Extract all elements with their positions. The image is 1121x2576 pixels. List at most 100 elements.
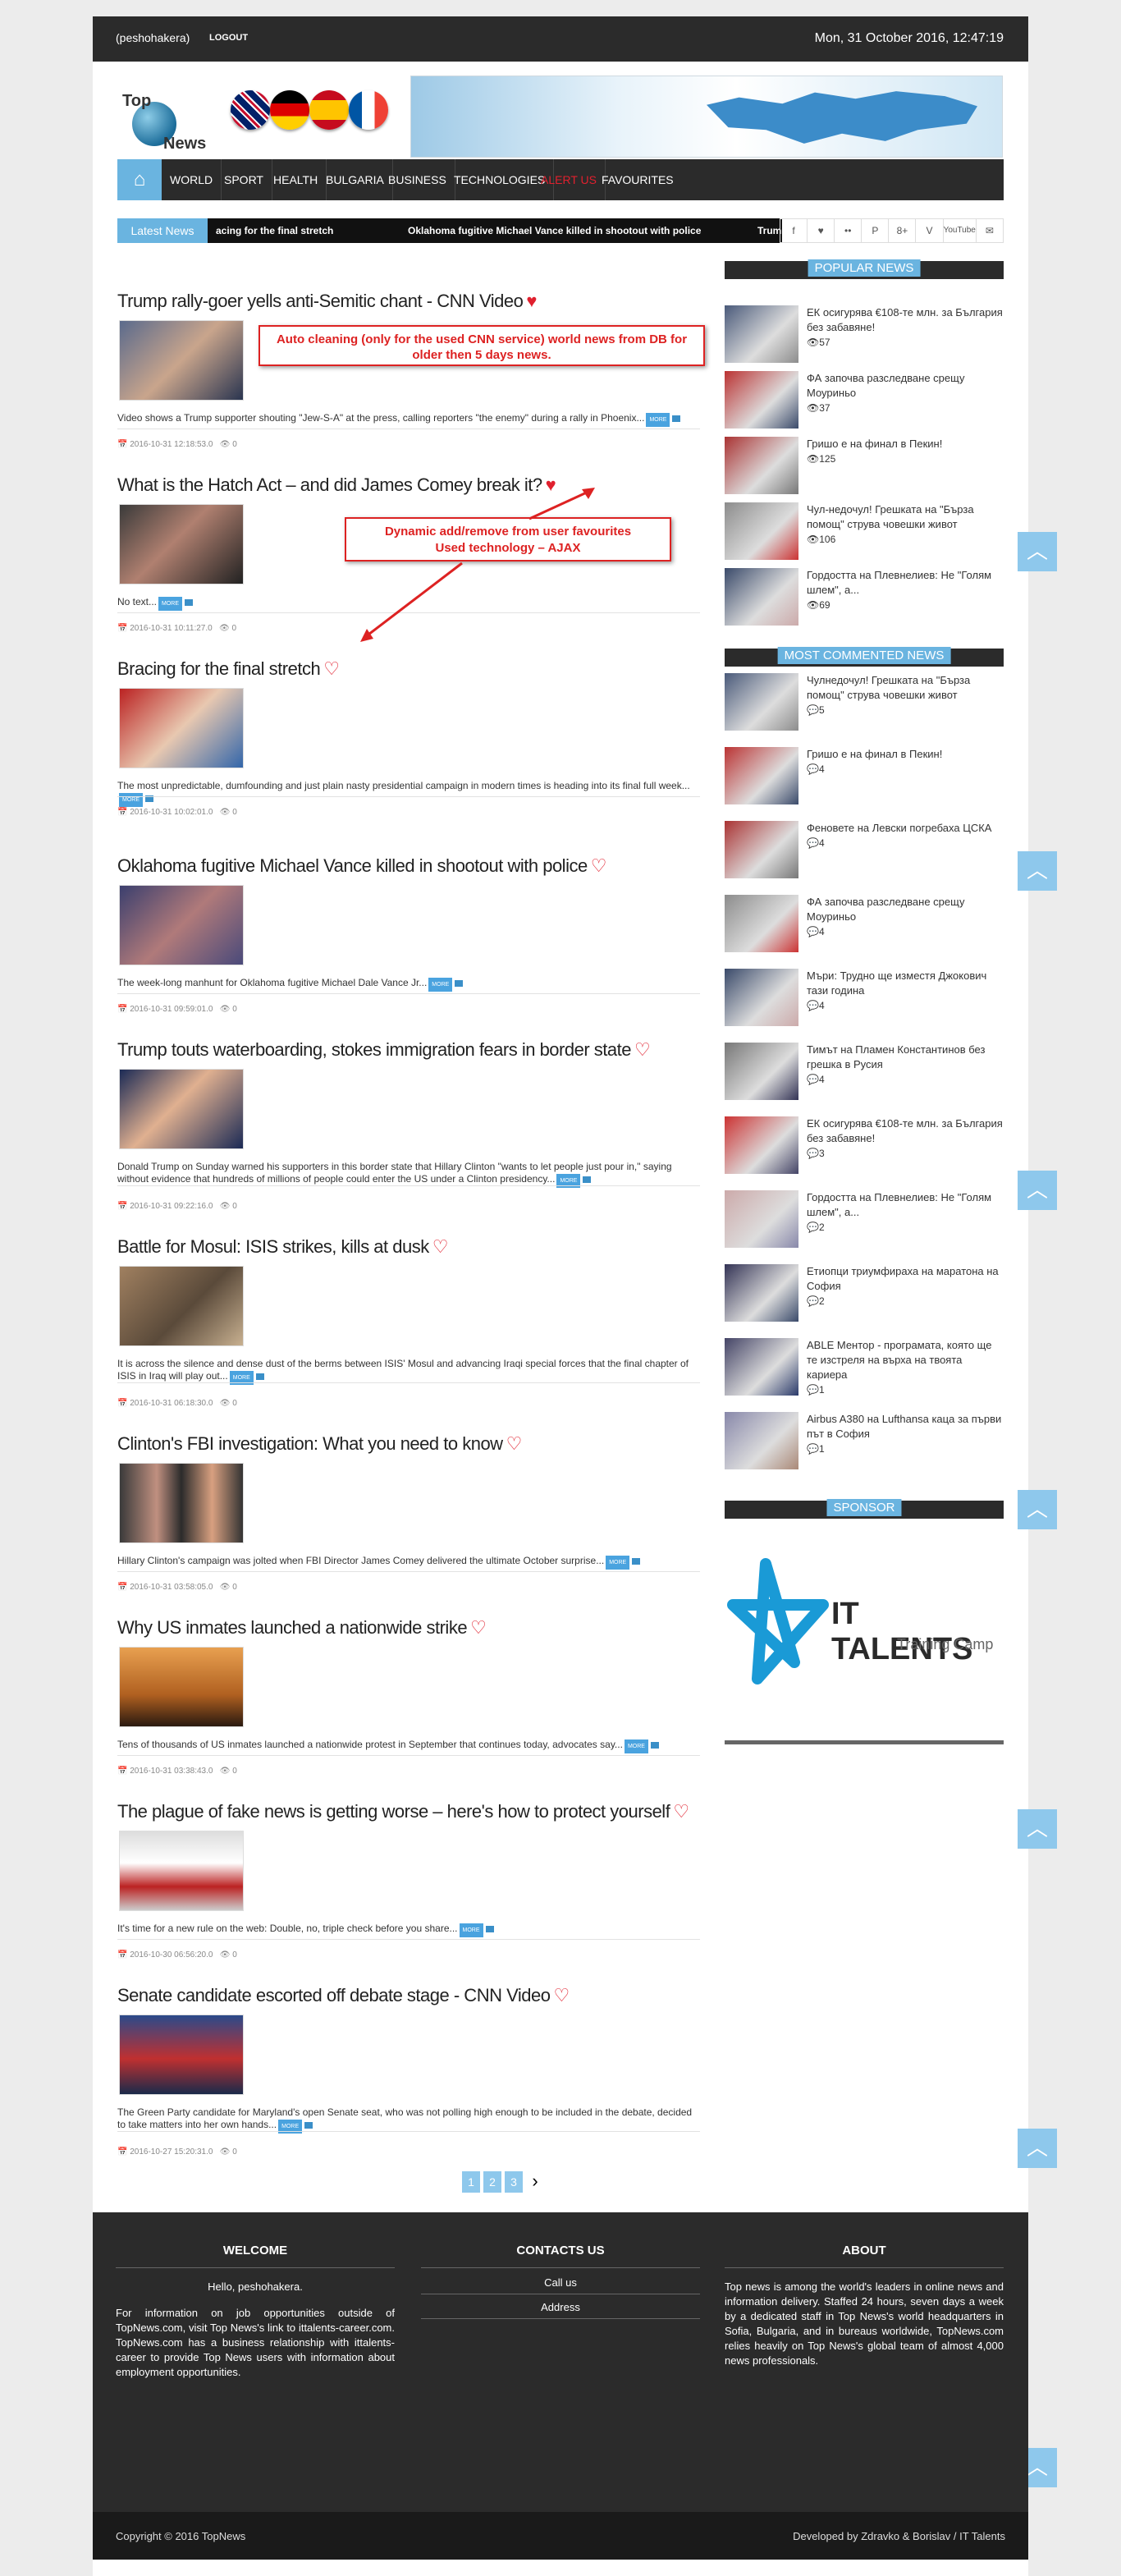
commented-item[interactable]: Мъри: Трудно ще изместя Джокович тази го… [725,969,1004,1034]
commented-text[interactable]: Тимът на Пламен Константинов без грешка … [807,1043,1004,1087]
scroll-up-button[interactable]: ︿ [1018,532,1057,571]
favourite-outline-icon[interactable]: ♡ [634,1039,651,1060]
more-link[interactable]: MORE [119,793,143,807]
scroll-up-button[interactable]: ︿ [1018,1809,1057,1849]
article-thumbnail[interactable] [119,1069,244,1149]
popular-text[interactable]: ЕК осигурява €108-те млн. за България бе… [807,305,1004,350]
article-title[interactable]: The plague of fake news is getting worse… [117,1801,700,1822]
commented-item[interactable]: Чулнедочул! Грешката на "Бърза помощ" ст… [725,673,1004,739]
article-thumbnail[interactable] [119,1266,244,1346]
commented-item[interactable]: Гришо е на финал в Пекин! 💬4 [725,747,1004,813]
more-link[interactable]: MORE [428,978,453,992]
commented-text[interactable]: ABLE Ментор - програмата, която ще те из… [807,1338,1004,1397]
popular-item[interactable]: Гордостта на Плевнелиев: Не "Голям шлем"… [725,568,1004,634]
commented-item[interactable]: Airbus A380 на Lufthansa каца за първи п… [725,1412,1004,1478]
commented-text[interactable]: Феновете на Левски погребаха ЦСКА 💬4 [807,821,1004,850]
more-arrow-icon[interactable] [455,979,464,987]
more-arrow-icon[interactable] [255,1373,264,1380]
commented-item[interactable]: Гордостта на Плевнелиев: Не "Голям шлем"… [725,1190,1004,1256]
article-thumbnail[interactable] [119,1463,244,1543]
more-link[interactable]: MORE [606,1556,630,1570]
commented-item[interactable]: Феновете на Левски погребаха ЦСКА 💬4 [725,821,1004,887]
commented-thumbnail[interactable] [725,969,798,1026]
commented-thumbnail[interactable] [725,747,798,804]
article: Why US inmates launched a nationwide str… [117,1617,700,1790]
arrow-to-heart [364,561,463,639]
commented-item[interactable]: Тимът на Пламен Константинов без грешка … [725,1043,1004,1108]
address-link[interactable]: Address [421,2294,700,2319]
commented-thumbnail[interactable] [725,1264,798,1322]
more-arrow-icon[interactable] [632,1557,641,1565]
page-3[interactable]: 3 [505,2171,523,2193]
commented-text[interactable]: ЕК осигурява €108-те млн. за България бе… [807,1116,1004,1161]
commented-text[interactable]: Чулнедочул! Грешката на "Бърза помощ" ст… [807,673,1004,717]
popular-count: 👁69 [807,599,830,611]
next-page-icon[interactable]: › [526,2171,544,2193]
page-1[interactable]: 1 [462,2171,480,2193]
commented-item[interactable]: ЕК осигурява €108-те млн. за България бе… [725,1116,1004,1182]
popular-item[interactable]: Гришо е на финал в Пекин! 👁125 [725,437,1004,502]
commented-text[interactable]: Мъри: Трудно ще изместя Джокович тази го… [807,969,1004,1013]
popular-thumbnail[interactable] [725,305,798,363]
more-arrow-icon[interactable] [304,2121,313,2129]
article-date: 2016-10-27 15:20:31.0 [130,2147,213,2157]
commented-text[interactable]: Гордостта на Плевнелиев: Не "Голям шлем"… [807,1190,1004,1235]
commented-text[interactable]: Airbus A380 на Lufthansa каца за първи п… [807,1412,1004,1456]
article-title[interactable]: Why US inmates launched a nationwide str… [117,1617,700,1639]
popular-thumbnail[interactable] [725,502,798,560]
popular-item[interactable]: ЕК осигурява €108-те млн. за България бе… [725,305,1004,371]
commented-thumbnail[interactable] [725,1116,798,1174]
more-arrow-icon[interactable] [485,1925,494,1932]
popular-thumbnail[interactable] [725,437,798,494]
article-thumbnail[interactable] [119,1831,244,1911]
more-arrow-icon[interactable] [583,1176,592,1183]
popular-item[interactable]: Чул-недочул! Грешката на "Бърза помощ" с… [725,502,1004,568]
scroll-up-button[interactable]: ︿ [1018,1171,1057,1210]
article-date: 2016-10-31 06:18:30.0 [130,1399,213,1408]
commented-item[interactable]: ФА започва разследване срещу Моуриньо 💬4 [725,895,1004,960]
popular-text[interactable]: Чул-недочул! Грешката на "Бърза помощ" с… [807,502,1004,547]
commented-thumbnail[interactable] [725,1043,798,1100]
commented-text[interactable]: Етиопци триумфираха на маратона на София… [807,1264,1004,1309]
scroll-up-button[interactable]: ︿ [1018,2129,1057,2168]
favourite-outline-icon[interactable]: ♡ [432,1236,449,1257]
commented-text[interactable]: ФА започва разследване срещу Моуриньо 💬4 [807,895,1004,939]
scroll-up-button[interactable]: ︿ [1018,851,1057,891]
favourite-outline-icon[interactable]: ♡ [506,1433,523,1454]
more-link[interactable]: MORE [624,1739,648,1753]
popular-text[interactable]: Гришо е на финал в Пекин! 👁125 [807,437,1004,466]
commented-thumbnail[interactable] [725,821,798,878]
article-thumbnail[interactable] [119,1647,244,1727]
article-thumbnail[interactable] [119,2015,244,2095]
commented-thumbnail[interactable] [725,1190,798,1248]
popular-thumbnail[interactable] [725,568,798,626]
more-link[interactable]: MORE [459,1923,483,1937]
commented-thumbnail[interactable] [725,1338,798,1396]
favourite-outline-icon[interactable]: ♡ [591,855,607,876]
footer: WELCOME Hello, peshohakera. For informat… [93,2212,1028,2512]
commented-thumbnail[interactable] [725,1412,798,1469]
article-title[interactable]: Senate candidate escorted off debate sta… [117,1985,700,2006]
commented-item[interactable]: Етиопци триумфираха на маратона на София… [725,1264,1004,1330]
popular-item[interactable]: ФА започва разследване срещу Моуриньо 👁37 [725,371,1004,437]
article-thumbnail[interactable] [119,885,244,965]
commented-text[interactable]: Гришо е на финал в Пекин! 💬4 [807,747,1004,777]
popular-text[interactable]: ФА започва разследване срещу Моуриньо 👁37 [807,371,1004,415]
favourite-outline-icon[interactable]: ♡ [673,1801,689,1822]
scroll-up-button[interactable]: ︿ [1018,1490,1057,1529]
article-title[interactable]: Oklahoma fugitive Michael Vance killed i… [117,855,700,877]
popular-thumbnail[interactable] [725,371,798,429]
article-title[interactable]: Clinton's FBI investigation: What you ne… [117,1433,700,1455]
call-us-link[interactable]: Call us [421,2268,700,2294]
more-arrow-icon[interactable] [650,1741,659,1749]
article-title[interactable]: Trump touts waterboarding, stokes immigr… [117,1039,700,1061]
favourite-outline-icon[interactable]: ♡ [470,1617,487,1638]
favourite-outline-icon[interactable]: ♡ [553,1985,570,2005]
commented-thumbnail[interactable] [725,673,798,731]
article-title[interactable]: Battle for Mosul: ISIS strikes, kills at… [117,1236,700,1258]
sponsor-banner[interactable]: IT TALENTS Training Camp [725,1556,1004,1687]
commented-thumbnail[interactable] [725,895,798,952]
popular-text[interactable]: Гордостта на Плевнелиев: Не "Голям шлем"… [807,568,1004,612]
commented-item[interactable]: ABLE Ментор - програмата, която ще те из… [725,1338,1004,1404]
page-2[interactable]: 2 [483,2171,501,2193]
